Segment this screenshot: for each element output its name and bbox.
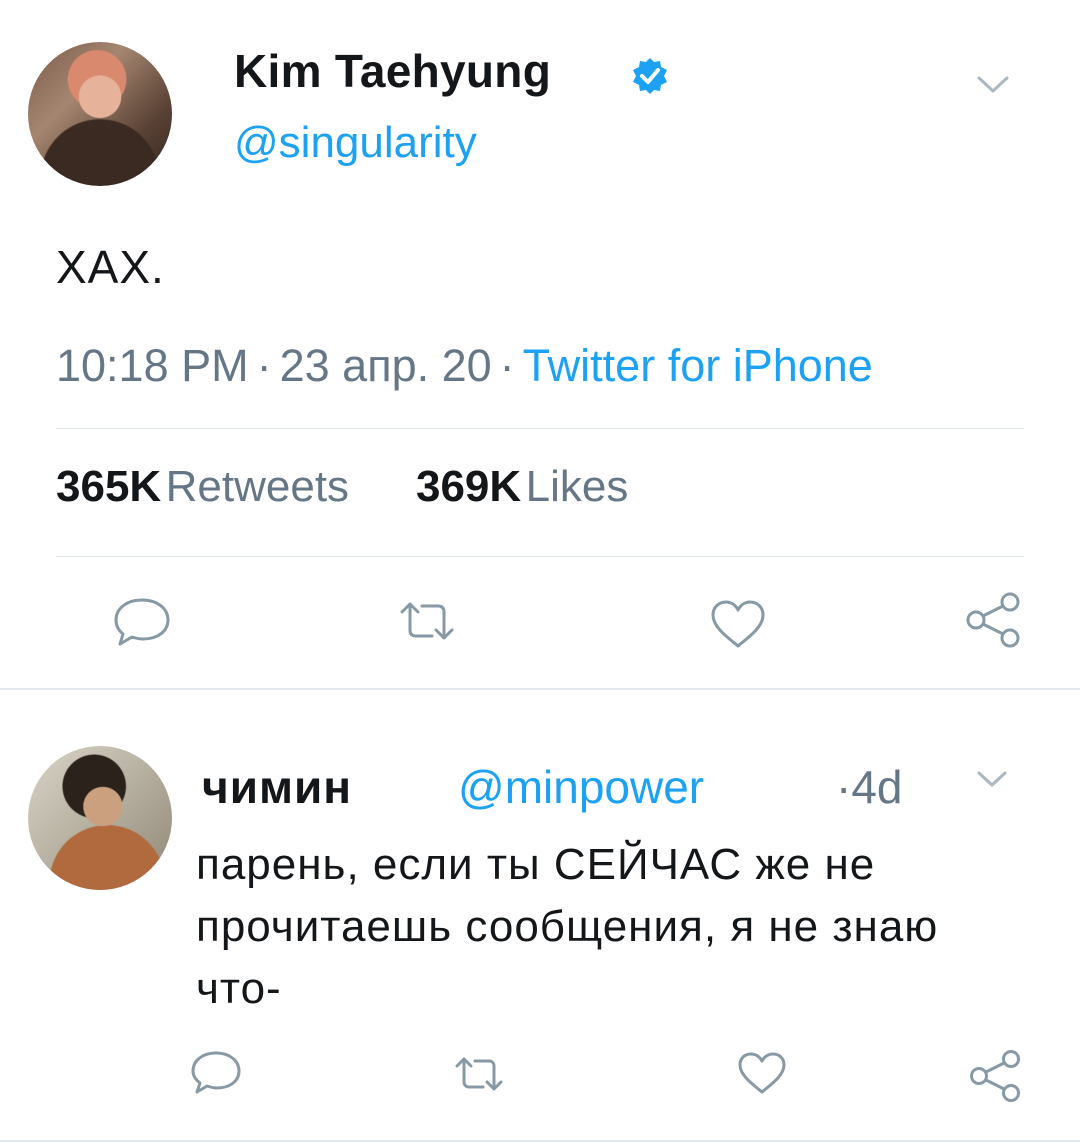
divider [56, 556, 1024, 557]
tweet-meta: 10:18 PM · 23 апр. 20 · Twitter for iPhone [56, 340, 873, 392]
tweet-date: 23 апр. 20 [279, 340, 492, 391]
section-divider [0, 688, 1080, 690]
meta-separator: · [499, 340, 515, 391]
author-avatar[interactable] [28, 42, 172, 186]
meta-separator: · [256, 340, 272, 391]
retweets-label[interactable]: Retweets [166, 462, 349, 511]
reply-author-name[interactable]: чимин [202, 760, 352, 814]
tweet-source[interactable]: Twitter for iPhone [523, 340, 873, 391]
share-icon[interactable] [966, 1046, 1026, 1106]
verified-icon [630, 56, 670, 96]
author-name[interactable]: Kim Taehyung [234, 44, 551, 98]
likes-label[interactable]: Likes [526, 462, 629, 511]
author-handle[interactable]: @singularity [234, 118, 477, 168]
retweet-icon[interactable] [396, 598, 458, 644]
retweets-count[interactable]: 365K [56, 462, 161, 511]
like-icon[interactable] [708, 598, 768, 650]
reply-icon[interactable] [112, 596, 172, 648]
share-icon[interactable] [962, 588, 1026, 652]
section-divider [0, 1140, 1080, 1142]
reply-author-handle[interactable]: @minpower [458, 760, 704, 814]
likes-count[interactable]: 369K [416, 462, 521, 511]
reply-time[interactable]: ·4d [836, 760, 902, 814]
reply-text: парень, если ты СЕЙЧАС же не прочитаешь … [196, 840, 939, 1013]
retweet-icon[interactable] [452, 1054, 506, 1094]
like-icon[interactable] [736, 1050, 788, 1096]
divider [56, 428, 1024, 429]
chevron-down-icon[interactable] [975, 72, 1011, 96]
reply-author-avatar[interactable] [28, 746, 172, 890]
tweet-time: 10:18 PM [56, 340, 249, 391]
tweet-text: ХАХ. [56, 241, 165, 293]
reply-icon[interactable] [190, 1050, 242, 1096]
tweet-stats: 365K Retweets 369K Likes [56, 462, 628, 512]
chevron-down-icon[interactable] [975, 768, 1009, 790]
